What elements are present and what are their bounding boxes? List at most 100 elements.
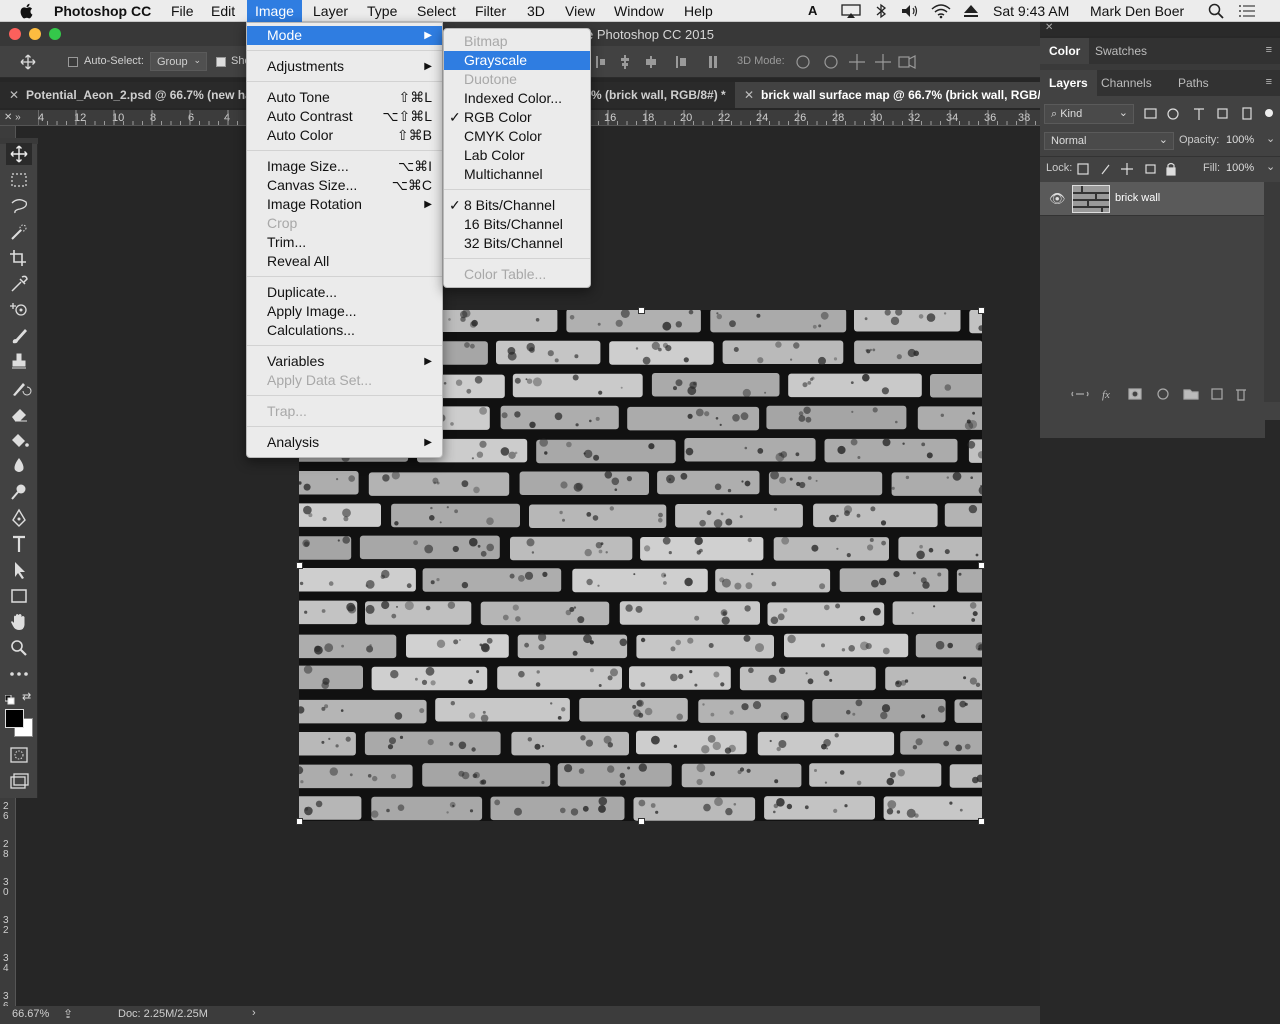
status-menu-arrow-icon[interactable]: › bbox=[252, 1007, 256, 1019]
healing-brush-tool[interactable] bbox=[6, 299, 32, 321]
menu-item-auto-contrast[interactable]: Auto Contrast ⌥⇧⌘L bbox=[247, 107, 442, 126]
spotlight-search-icon[interactable] bbox=[1208, 3, 1224, 19]
menu-item-duplicate[interactable]: Duplicate... bbox=[247, 283, 442, 302]
menu-item-cmyk-color[interactable]: CMYK Color bbox=[444, 127, 590, 146]
menu-item-auto-color[interactable]: Auto Color ⇧⌘B bbox=[247, 126, 442, 145]
auto-select-checkbox[interactable] bbox=[68, 57, 78, 67]
close-window-button[interactable] bbox=[9, 28, 21, 40]
menu-item-indexed-color[interactable]: Indexed Color... bbox=[444, 89, 590, 108]
panel-dock-close-icon[interactable]: ✕ bbox=[1040, 22, 1280, 36]
show-transform-checkbox[interactable] bbox=[216, 57, 226, 67]
menu-3d[interactable]: 3D bbox=[519, 0, 553, 22]
close-tab-icon[interactable]: ✕ bbox=[744, 82, 754, 108]
fill-value[interactable]: 100% bbox=[1226, 162, 1254, 174]
ruler-corner[interactable]: ✕ » bbox=[0, 110, 38, 126]
menu-view[interactable]: View bbox=[557, 0, 603, 22]
menu-layer[interactable]: Layer bbox=[305, 0, 356, 22]
transform-handle[interactable] bbox=[638, 307, 645, 314]
menu-filter[interactable]: Filter bbox=[467, 0, 514, 22]
menu-item-reveal-all[interactable]: Reveal All bbox=[247, 252, 442, 271]
marquee-tool[interactable] bbox=[6, 169, 32, 191]
hand-tool[interactable] bbox=[6, 611, 32, 633]
export-icon[interactable]: ⇪ bbox=[63, 1007, 73, 1021]
move-tool-preset-icon[interactable] bbox=[20, 54, 40, 70]
eye-visibility-icon[interactable]: 👁 bbox=[1049, 191, 1066, 207]
menu-item-grayscale[interactable]: Grayscale bbox=[444, 51, 590, 70]
clone-stamp-tool[interactable] bbox=[6, 351, 32, 373]
panel-menu-icon[interactable]: ≡ bbox=[1266, 76, 1272, 88]
transform-handle[interactable] bbox=[296, 562, 303, 569]
blend-mode-dropdown[interactable]: Normal ⌄ bbox=[1044, 132, 1174, 150]
align-distribute-icons[interactable] bbox=[594, 54, 724, 70]
menu-item-multichannel[interactable]: Multichannel bbox=[444, 165, 590, 184]
transform-handle[interactable] bbox=[296, 818, 303, 825]
pen-tool[interactable] bbox=[6, 507, 32, 529]
menubar-user[interactable]: Mark Den Boer bbox=[1082, 0, 1192, 22]
eraser-tool[interactable] bbox=[6, 403, 32, 425]
menu-image[interactable]: Image bbox=[247, 0, 302, 22]
menu-item-apply-image[interactable]: Apply Image... bbox=[247, 302, 442, 321]
menu-item-adjustments[interactable]: Adjustments ▶ bbox=[247, 57, 442, 76]
menubar-clock[interactable]: Sat 9:43 AM bbox=[985, 0, 1077, 22]
wifi-icon[interactable] bbox=[930, 3, 952, 19]
layer-actions-icons[interactable]: fx bbox=[1070, 386, 1250, 402]
layer-filter-dropdown[interactable]: ⌕ Kind ⌄ bbox=[1044, 104, 1134, 124]
transform-handle[interactable] bbox=[638, 818, 645, 825]
opacity-value[interactable]: 100% bbox=[1226, 134, 1254, 146]
move-tool[interactable] bbox=[6, 143, 32, 165]
menu-item-16-bits-channel[interactable]: 16 Bits/Channel bbox=[444, 215, 590, 234]
layers-scrollbar[interactable] bbox=[1264, 182, 1280, 402]
zoom-level[interactable]: 66.67% bbox=[12, 1008, 49, 1020]
default-colors-icon[interactable] bbox=[4, 692, 15, 710]
minimize-window-button[interactable] bbox=[29, 28, 41, 40]
bluetooth-icon[interactable] bbox=[874, 3, 888, 19]
history-brush-tool[interactable] bbox=[6, 377, 32, 399]
doc-tab-brick-wall-surface-map[interactable]: ✕ brick wall surface map @ 66.7% (brick w… bbox=[735, 82, 1040, 108]
blur-tool[interactable] bbox=[6, 455, 32, 477]
doc-tab-potential-aeon[interactable]: ✕ Potential_Aeon_2.psd @ 66.7% (new hai bbox=[0, 82, 246, 108]
transform-handle[interactable] bbox=[978, 562, 985, 569]
menu-item-32-bits-channel[interactable]: 32 Bits/Channel bbox=[444, 234, 590, 253]
menu-item-trim[interactable]: Trim... bbox=[247, 233, 442, 252]
airplay-icon[interactable] bbox=[840, 3, 862, 19]
menu-item-variables[interactable]: Variables ▶ bbox=[247, 352, 442, 371]
tab-color[interactable]: Color bbox=[1040, 38, 1090, 64]
menu-item-image-rotation[interactable]: Image Rotation ▶ bbox=[247, 195, 442, 214]
menu-edit[interactable]: Edit bbox=[203, 0, 243, 22]
swap-colors-icon[interactable]: ⇄ bbox=[22, 690, 31, 703]
rectangle-tool[interactable] bbox=[6, 585, 32, 607]
transform-handle[interactable] bbox=[978, 307, 985, 314]
close-tab-icon[interactable]: ✕ bbox=[9, 82, 19, 108]
quick-mask-icon[interactable] bbox=[6, 744, 32, 766]
menu-item-image-size[interactable]: Image Size... ⌥⌘I bbox=[247, 157, 442, 176]
doc-size-info[interactable]: Doc: 2.25M/2.25M bbox=[118, 1008, 208, 1020]
eyedropper-tool[interactable] bbox=[6, 273, 32, 295]
tab-channels[interactable]: Channels bbox=[1092, 70, 1161, 96]
doc-tab-brick-wall-copy[interactable]: % (brick wall, RGB/8#) * bbox=[591, 82, 735, 108]
adobe-icon[interactable]: A bbox=[808, 3, 830, 19]
menu-file[interactable]: File bbox=[163, 0, 202, 22]
chevron-down-icon[interactable]: ⌄ bbox=[1266, 160, 1275, 173]
3d-mode-icons[interactable] bbox=[794, 53, 922, 71]
more-tools-icon[interactable] bbox=[6, 663, 32, 685]
menu-item-calculations[interactable]: Calculations... bbox=[247, 321, 442, 340]
screen-mode-icon[interactable] bbox=[6, 770, 32, 792]
menu-item-canvas-size[interactable]: Canvas Size... ⌥⌘C bbox=[247, 176, 442, 195]
type-tool[interactable] bbox=[6, 533, 32, 555]
panel-menu-icon[interactable]: ≡ bbox=[1266, 44, 1272, 56]
lock-icons[interactable] bbox=[1076, 161, 1176, 177]
app-name-menu[interactable]: Photoshop CC bbox=[46, 0, 159, 22]
menu-item-8-bits-channel[interactable]: ✓ 8 Bits/Channel bbox=[444, 196, 590, 215]
menu-window[interactable]: Window bbox=[606, 0, 672, 22]
zoom-window-button[interactable] bbox=[49, 28, 61, 40]
notification-center-icon[interactable] bbox=[1238, 4, 1256, 18]
foreground-color-swatch[interactable] bbox=[5, 709, 24, 728]
crop-tool[interactable] bbox=[6, 247, 32, 269]
path-selection-tool[interactable] bbox=[6, 559, 32, 581]
menu-help[interactable]: Help bbox=[676, 0, 721, 22]
eject-icon[interactable] bbox=[963, 4, 979, 18]
menu-item-rgb-color[interactable]: ✓ RGB Color bbox=[444, 108, 590, 127]
volume-icon[interactable] bbox=[900, 3, 920, 19]
layer-row-brick-wall[interactable]: 👁 brick wall bbox=[1040, 182, 1264, 216]
lasso-tool[interactable] bbox=[6, 195, 32, 217]
